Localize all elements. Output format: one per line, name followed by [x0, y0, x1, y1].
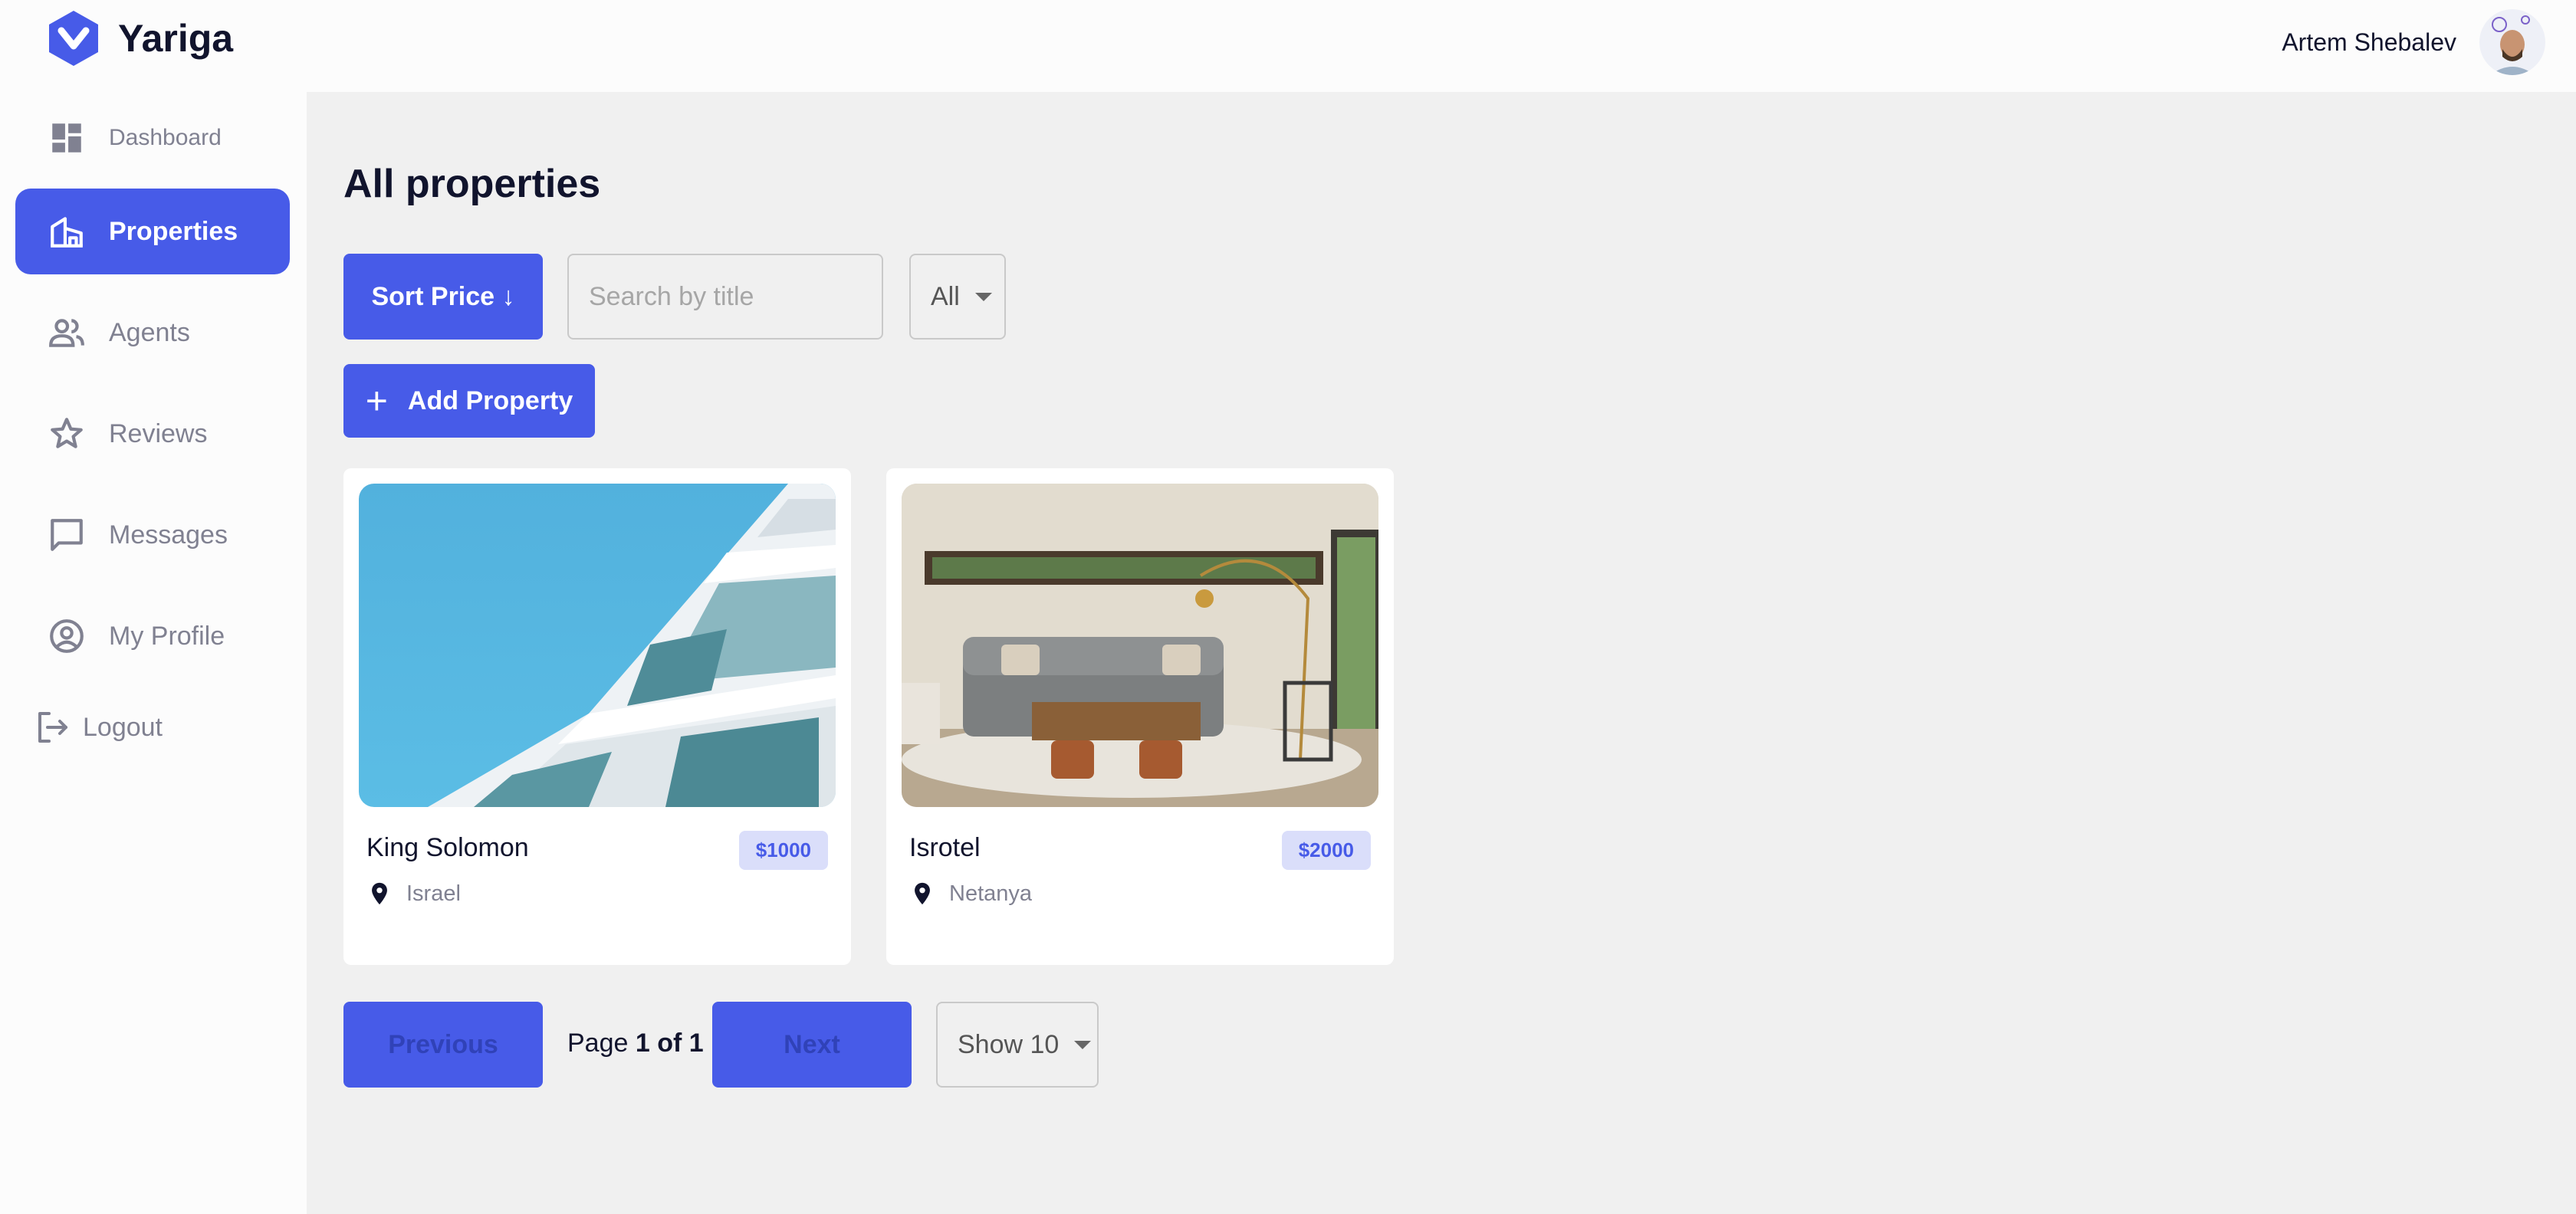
page-size-select[interactable]: Show 10: [936, 1002, 1099, 1088]
price-badge: $2000: [1281, 831, 1371, 870]
building-photo: [359, 484, 836, 807]
property-card[interactable]: King Solomon $1000 Israel: [343, 468, 851, 965]
sidebar-item-messages[interactable]: Messages: [15, 492, 290, 578]
property-location: Netanya: [909, 881, 1032, 907]
property-title: Isrotel: [909, 833, 981, 862]
living-room-photo: [902, 484, 1378, 807]
star-icon: [51, 418, 83, 448]
property-image[interactable]: [902, 484, 1378, 807]
next-page-button[interactable]: Next: [712, 1002, 912, 1088]
page-value: 1 of 1: [635, 1029, 704, 1058]
search-input[interactable]: [567, 254, 883, 340]
property-type-value: All: [931, 281, 960, 311]
add-property-button[interactable]: + Add Property: [343, 364, 595, 438]
sidebar-item-label: Dashboard: [109, 125, 222, 150]
page-prefix: Page: [567, 1029, 629, 1058]
location-text: Israel: [406, 881, 461, 906]
location-pin-icon: [372, 882, 387, 905]
sidebar-item-label: Messages: [109, 520, 228, 550]
user-name: Artem Shebalev: [2282, 28, 2456, 56]
plus-icon: +: [365, 379, 388, 422]
sidebar-item-my-profile[interactable]: My Profile: [15, 593, 290, 679]
building-icon: [51, 217, 83, 248]
chat-icon: [51, 519, 83, 551]
location-pin-icon: [915, 882, 930, 905]
add-property-label: Add Property: [407, 386, 573, 415]
people-icon: [49, 319, 84, 347]
logout-label: Logout: [83, 712, 163, 742]
sidebar-item-label: Properties: [109, 216, 238, 246]
property-type-select[interactable]: All: [909, 254, 1006, 340]
sidebar-item-label: Reviews: [109, 418, 208, 448]
sidebar-item-label: My Profile: [109, 621, 225, 651]
yariga-logo-icon: [49, 11, 98, 66]
previous-page-button[interactable]: Previous: [343, 1002, 543, 1088]
property-location: Israel: [366, 881, 461, 907]
avatar[interactable]: [2479, 9, 2545, 75]
dashboard-icon: [52, 123, 81, 153]
sidebar-item-dashboard[interactable]: Dashboard: [15, 95, 290, 181]
sidebar: Dashboard Properties Agents Reviews Mess…: [0, 92, 307, 1214]
top-header: Yariga Artem Shebalev: [0, 0, 2576, 92]
sidebar-item-reviews[interactable]: Reviews: [15, 391, 290, 477]
location-text: Netanya: [949, 881, 1033, 906]
caret-down-icon: [1074, 1040, 1092, 1049]
page-indicator: Page 1 of 1: [567, 1029, 704, 1058]
caret-down-icon: [974, 292, 992, 301]
page-size-value: Show 10: [958, 1029, 1060, 1059]
property-image[interactable]: [359, 484, 836, 807]
price-badge: $1000: [738, 831, 828, 870]
sidebar-item-label: Agents: [109, 317, 190, 347]
logout-button[interactable]: Logout: [34, 709, 163, 746]
property-title: King Solomon: [366, 833, 529, 862]
logout-icon: [38, 712, 67, 743]
page-title: All properties: [343, 162, 601, 206]
property-card[interactable]: Isrotel $2000 Netanya: [886, 468, 1394, 965]
sidebar-item-properties[interactable]: Properties: [15, 189, 290, 274]
user-profile[interactable]: Artem Shebalev: [2282, 9, 2545, 75]
account-circle-icon: [50, 619, 84, 653]
app-logo[interactable]: Yariga: [43, 8, 233, 69]
sidebar-item-agents[interactable]: Agents: [15, 290, 290, 376]
sort-price-button[interactable]: Sort Price ↓: [343, 254, 543, 340]
app-name: Yariga: [118, 17, 234, 60]
